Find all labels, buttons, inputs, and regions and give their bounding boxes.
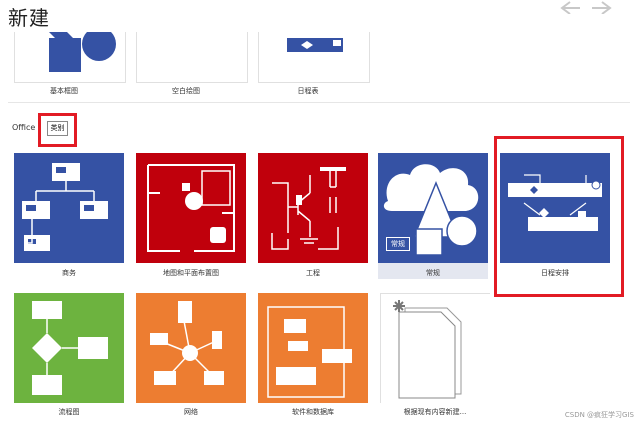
category-label: 软件和数据库 — [292, 408, 334, 416]
category-tile-business[interactable] — [14, 153, 124, 263]
timeline-thumbnail — [287, 38, 343, 52]
basic-diagram-thumbnail — [49, 32, 116, 72]
floorplan-icon — [136, 153, 246, 263]
category-tile-network[interactable] — [136, 293, 246, 403]
flowchart-icon — [14, 293, 124, 403]
category-label: 流程图 — [58, 408, 80, 416]
category-tile-maps-floorplans[interactable] — [136, 153, 246, 263]
business-org-chart-icon — [14, 153, 124, 263]
template-label: 基本框图 — [50, 87, 78, 95]
template-basic-diagram[interactable] — [14, 32, 126, 83]
category-tile-flowchart[interactable] — [14, 293, 124, 403]
watermark: CSDN @疯狂学习GIS — [564, 411, 634, 419]
category-label: 工程 — [306, 269, 320, 277]
general-inner-label: 常规 — [386, 237, 410, 251]
section-office-label: Office — [12, 123, 36, 132]
category-label: 网络 — [184, 408, 198, 416]
highlight-category-button — [38, 113, 77, 147]
new-from-existing-icon — [381, 294, 491, 404]
template-blank-drawing[interactable] — [136, 32, 248, 83]
template-timeline[interactable] — [258, 32, 370, 83]
category-tile-general[interactable]: 常规 — [378, 153, 488, 263]
network-icon — [136, 293, 246, 403]
category-label: 商务 — [62, 269, 76, 277]
category-label: 地图和平面布置图 — [163, 269, 219, 277]
circuit-icon — [258, 153, 368, 263]
page-title: 新建 — [8, 6, 50, 30]
software-database-icon — [258, 293, 368, 403]
category-tile-new-from-existing[interactable] — [380, 293, 491, 404]
highlight-schedule-tile — [494, 136, 624, 297]
back-arrow-icon[interactable] — [560, 1, 580, 14]
template-label: 空白绘图 — [172, 87, 200, 95]
category-tile-engineering[interactable] — [258, 153, 368, 263]
forward-arrow-icon[interactable] — [592, 1, 612, 14]
category-label: 常规 — [426, 269, 440, 277]
template-label: 日程表 — [297, 87, 319, 95]
category-label: 根据现有内容新建... — [403, 408, 467, 416]
category-tile-software-database[interactable] — [258, 293, 368, 403]
divider — [8, 102, 630, 103]
window-controls — [560, 1, 612, 14]
